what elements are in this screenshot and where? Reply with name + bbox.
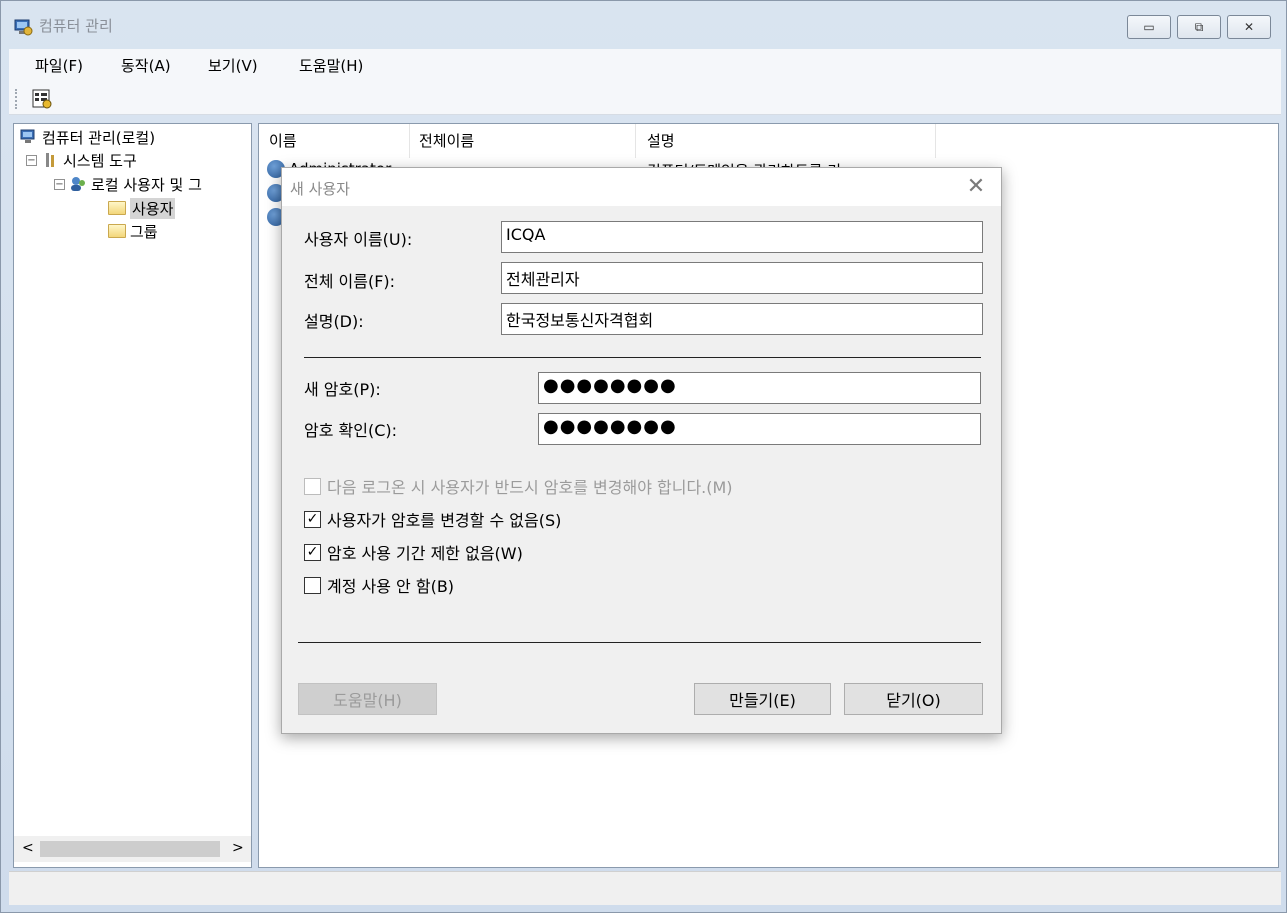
fullname-field[interactable]: 전체관리자	[501, 262, 983, 294]
description-field[interactable]: 한국정보통신자격협회	[501, 303, 983, 335]
must-change-password-option[interactable]: 다음 로그온 시 사용자가 반드시 암호를 변경해야 합니다.(M)	[304, 474, 733, 498]
dialog-close-icon[interactable]: ✕	[962, 174, 990, 200]
column-separator[interactable]	[935, 124, 936, 158]
column-header-fullname[interactable]: 전체이름	[419, 130, 474, 151]
divider	[304, 357, 981, 358]
scrollbar-thumb[interactable]	[40, 841, 220, 857]
toolbar	[9, 83, 1281, 115]
minimize-button[interactable]: ▭	[1127, 15, 1171, 39]
tree-item-groups[interactable]: 그룹	[108, 220, 158, 242]
dialog-title: 새 사용자	[290, 180, 350, 198]
menu-bar: 파일(F) 동작(A) 보기(V) 도움말(H)	[9, 49, 1281, 83]
account-disabled-option[interactable]: 계정 사용 안 함(B)	[304, 573, 454, 597]
properties-toolbar-icon[interactable]	[31, 88, 53, 110]
window-title: 컴퓨터 관리	[39, 17, 113, 35]
close-window-button[interactable]: ✕	[1227, 15, 1271, 39]
description-label: 설명(D):	[304, 312, 364, 331]
cannot-change-password-checkbox[interactable]: ✓	[304, 510, 321, 528]
username-field[interactable]: ICQA	[501, 221, 983, 253]
password-label: 새 암호(P):	[304, 380, 381, 399]
close-icon: ✕	[1243, 20, 1255, 34]
account-disabled-label: 계정 사용 안 함(B)	[327, 577, 455, 596]
confirm-password-field[interactable]: ●●●●●●●●	[538, 413, 981, 445]
tree-item-root[interactable]: 컴퓨터 관리(로컬)	[20, 126, 155, 148]
minimize-icon: ▭	[1143, 20, 1155, 34]
maximize-button[interactable]: ⧉	[1177, 15, 1221, 39]
menu-view[interactable]: 보기(V)	[208, 55, 258, 76]
tree-label-users: 사용자	[130, 197, 176, 219]
scroll-left-icon[interactable]: <	[22, 840, 34, 856]
computer-management-icon	[14, 19, 33, 36]
column-separator[interactable]	[635, 124, 636, 158]
cannot-change-password-label: 사용자가 암호를 변경할 수 없음(S)	[327, 511, 562, 530]
column-header-name[interactable]: 이름	[269, 130, 297, 151]
column-separator[interactable]	[409, 124, 410, 158]
tree-label-system-tools: 시스템 도구	[63, 151, 137, 170]
password-never-expires-label: 암호 사용 기간 제한 없음(W)	[327, 544, 523, 563]
must-change-password-label: 다음 로그온 시 사용자가 반드시 암호를 변경해야 합니다.(M)	[327, 478, 733, 497]
dialog-title-bar: 새 사용자 ✕	[282, 168, 1001, 206]
status-bar	[9, 871, 1281, 905]
fullname-label: 전체 이름(F):	[304, 272, 396, 291]
password-field[interactable]: ●●●●●●●●	[538, 372, 981, 404]
toolbar-grip	[15, 89, 18, 109]
must-change-password-checkbox[interactable]	[304, 477, 321, 495]
folder-icon	[108, 201, 126, 215]
tree-label-groups: 그룹	[130, 222, 158, 241]
tree-item-users[interactable]: 사용자	[108, 197, 176, 219]
help-button[interactable]: 도움말(H)	[298, 683, 437, 715]
menu-action[interactable]: 동작(A)	[121, 55, 171, 76]
menu-file[interactable]: 파일(F)	[35, 55, 83, 76]
tools-icon	[46, 153, 54, 167]
navigation-tree: 컴퓨터 관리(로컬) − 시스템 도구 − 로컬 사용자 및 그 사용자 그룹	[13, 123, 252, 868]
horizontal-scrollbar[interactable]: < >	[14, 836, 251, 862]
tree-label-local-users: 로컬 사용자 및 그	[91, 175, 202, 194]
collapse-icon[interactable]: −	[26, 154, 37, 166]
cannot-change-password-option[interactable]: ✓ 사용자가 암호를 변경할 수 없음(S)	[304, 507, 561, 531]
users-icon	[71, 177, 85, 191]
tree-label-root: 컴퓨터 관리(로컬)	[42, 128, 156, 147]
divider	[298, 642, 981, 643]
tree-item-local-users[interactable]: − 로컬 사용자 및 그	[54, 173, 202, 195]
scroll-right-icon[interactable]: >	[232, 840, 244, 856]
new-user-dialog: 새 사용자 ✕ 사용자 이름(U): ICQA 전체 이름(F): 전체관리자 …	[281, 167, 1002, 734]
folder-icon	[108, 224, 126, 238]
create-button[interactable]: 만들기(E)	[694, 683, 831, 715]
confirm-password-label: 암호 확인(C):	[304, 421, 398, 440]
restore-icon: ⧉	[1194, 19, 1204, 34]
account-disabled-checkbox[interactable]	[304, 576, 321, 594]
column-header-description[interactable]: 설명	[647, 130, 675, 151]
password-never-expires-checkbox[interactable]: ✓	[304, 543, 321, 561]
collapse-icon[interactable]: −	[54, 178, 65, 190]
username-label: 사용자 이름(U):	[304, 230, 413, 249]
menu-help[interactable]: 도움말(H)	[299, 55, 363, 76]
close-button[interactable]: 닫기(O)	[844, 683, 983, 715]
tree-item-system-tools[interactable]: − 시스템 도구	[26, 149, 137, 171]
password-never-expires-option[interactable]: ✓ 암호 사용 기간 제한 없음(W)	[304, 540, 523, 564]
title-bar: 컴퓨터 관리 ▭ ⧉ ✕	[1, 1, 1287, 55]
computer-icon	[20, 129, 35, 143]
